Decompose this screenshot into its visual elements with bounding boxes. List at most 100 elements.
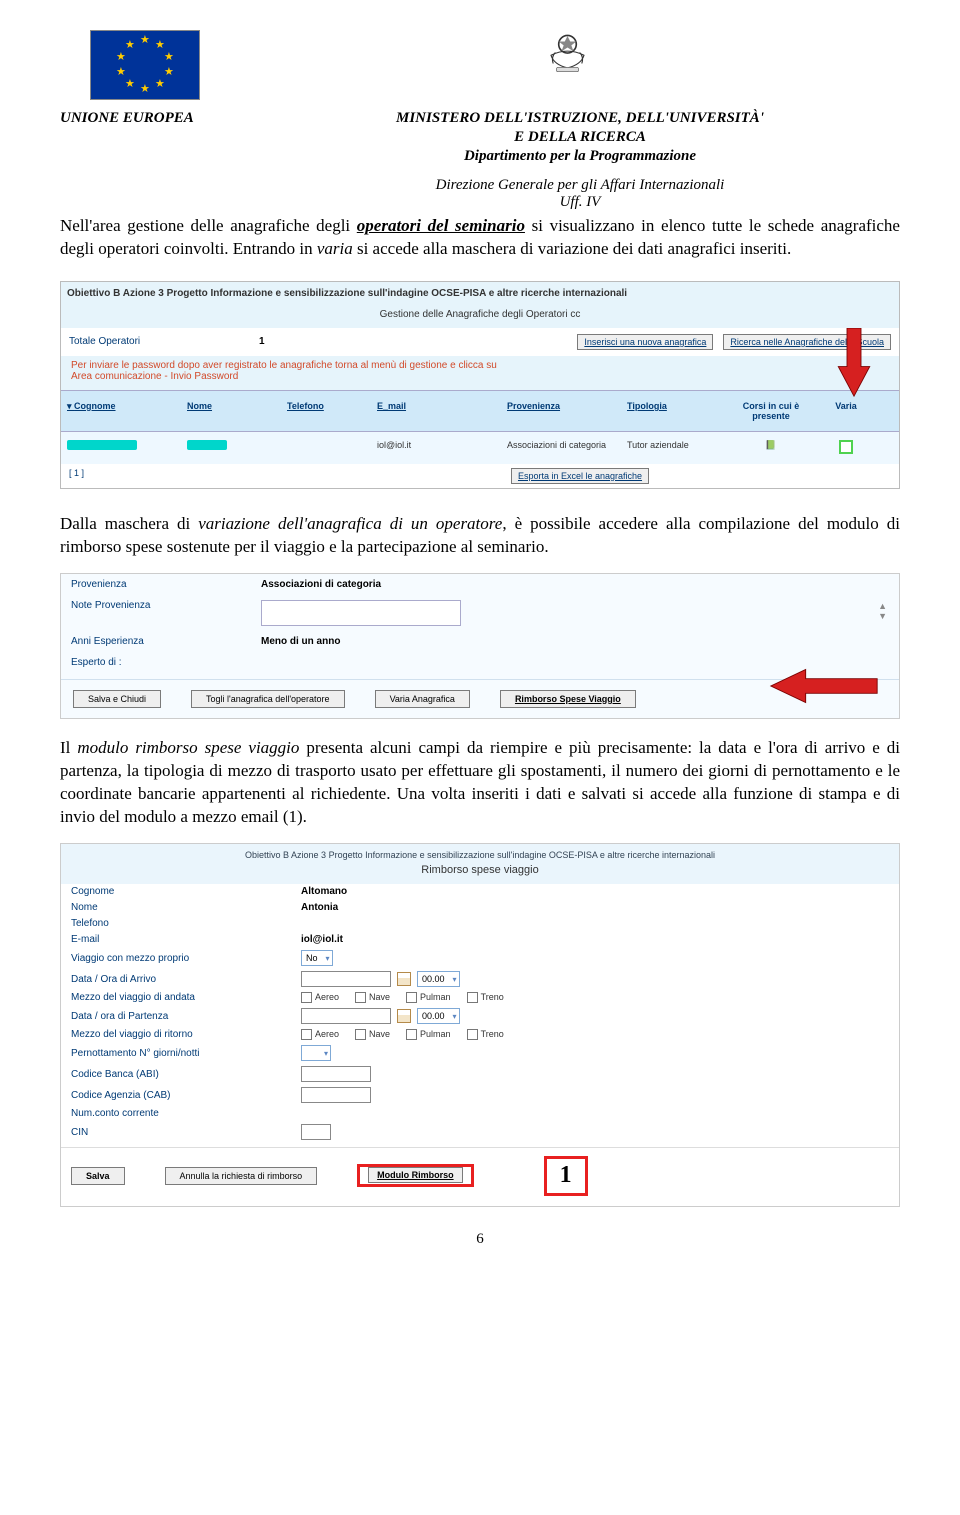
row-provenienza: Associazioni di categoria xyxy=(501,432,621,464)
paragraph-2: Dalla maschera di variazione dell'anagra… xyxy=(60,513,900,559)
page-number: 6 xyxy=(60,1231,900,1248)
cognome-value: Altomano xyxy=(301,886,347,897)
book-icon[interactable]: 📗 xyxy=(765,440,776,450)
provenienza-value: Associazioni di categoria xyxy=(261,579,381,590)
redacted-nome xyxy=(187,440,227,450)
total-operators-label: Totale Operatori xyxy=(69,336,249,347)
calendar-icon[interactable] xyxy=(397,1009,411,1023)
modulo-rimborso-button[interactable]: Modulo Rimborso xyxy=(368,1167,463,1183)
ora-arrivo-select[interactable]: 00.00 xyxy=(417,971,460,987)
col-corsi: Corsi in cui è presente xyxy=(731,391,811,431)
note-prov-textarea[interactable]: ▲▼ xyxy=(261,600,461,626)
italy-emblem-icon xyxy=(540,25,595,85)
pernottamento-label: Pernottamento N° giorni/notti xyxy=(71,1048,301,1059)
note-prov-label: Note Provenienza xyxy=(71,600,261,626)
ss1-note: Per inviare le password dopo aver regist… xyxy=(61,356,899,390)
ss1-title2: Gestione delle Anagrafiche degli Operato… xyxy=(61,305,899,328)
anni-esperienza-label: Anni Esperienza xyxy=(71,636,261,647)
title-dir1: Direzione Generale per gli Affari Intern… xyxy=(260,177,900,194)
screenshot-operator-edit: Provenienza Associazioni di categoria No… xyxy=(60,573,900,719)
new-anagrafica-button[interactable]: Inserisci una nuova anagrafica xyxy=(577,334,713,350)
nave-checkbox-2[interactable] xyxy=(355,1029,366,1040)
col-provenienza[interactable]: Provenienza xyxy=(501,391,621,431)
title-right: MINISTERO DELL'ISTRUZIONE, DELL'UNIVERSI… xyxy=(260,110,900,127)
cin-label: CIN xyxy=(71,1127,301,1138)
arrow-down-callout-icon xyxy=(835,328,873,398)
annulla-rimborso-button[interactable]: Annulla la richiesta di rimborso xyxy=(165,1167,318,1185)
aereo-checkbox[interactable] xyxy=(301,992,312,1003)
eu-flag-icon: ★ ★ ★ ★ ★ ★ ★ ★ ★ ★ xyxy=(90,30,200,100)
rimborso-spese-button[interactable]: Rimborso Spese Viaggio xyxy=(500,690,636,708)
pulman-checkbox-2[interactable] xyxy=(406,1029,417,1040)
ss1-footer: [ 1 ] Esporta in Excel le anagrafiche xyxy=(61,464,899,488)
redacted-cognome xyxy=(67,440,137,450)
arrow-left-callout-icon xyxy=(769,667,879,708)
mezzo-proprio-label: Viaggio con mezzo proprio xyxy=(71,953,301,964)
modulo-rimborso-highlight: Modulo Rimborso xyxy=(357,1164,474,1187)
row-tipologia: Tutor aziendale xyxy=(621,432,731,464)
email-value: iol@iol.it xyxy=(301,934,343,945)
col-email[interactable]: E_mail xyxy=(371,391,501,431)
aereo-checkbox-2[interactable] xyxy=(301,1029,312,1040)
cin-input[interactable] xyxy=(301,1124,331,1140)
table-header: ▾ Cognome Nome Telefono E_mail Provenien… xyxy=(61,390,899,432)
table-row: iol@iol.it Associazioni di categoria Tut… xyxy=(61,432,899,464)
anni-esperienza-value: Meno di un anno xyxy=(261,636,340,647)
screenshot-operators-list: Obiettivo B Azione 3 Progetto Informazio… xyxy=(60,281,900,489)
title-left: UNIONE EUROPEA xyxy=(60,110,260,211)
telefono-label: Telefono xyxy=(71,918,301,929)
nome-label: Nome xyxy=(71,902,301,913)
col-nome[interactable]: Nome xyxy=(181,391,281,431)
cab-label: Codice Agenzia (CAB) xyxy=(71,1090,301,1101)
pulman-checkbox[interactable] xyxy=(406,992,417,1003)
screenshot-rimborso-form: Obiettivo B Azione 3 Progetto Informazio… xyxy=(60,843,900,1207)
ss3-head2: Rimborso spese viaggio xyxy=(61,862,899,884)
varia-edit-button[interactable] xyxy=(839,440,853,454)
paragraph-3: Il modulo rimborso spese viaggio present… xyxy=(60,737,900,829)
data-partenza-input[interactable] xyxy=(301,1008,391,1024)
salva-button[interactable]: Salva xyxy=(71,1167,125,1185)
mezzo-proprio-select[interactable]: No xyxy=(301,950,333,966)
togli-anagrafica-button[interactable]: Togli l'anagrafica dell'operatore xyxy=(191,690,345,708)
data-arrivo-label: Data / Ora di Arrivo xyxy=(71,974,301,985)
email-label: E-mail xyxy=(71,934,301,945)
ss1-title1: Obiettivo B Azione 3 Progetto Informazio… xyxy=(61,282,899,305)
cognome-label: Cognome xyxy=(71,886,301,897)
pernottamento-select[interactable] xyxy=(301,1045,331,1061)
calendar-icon[interactable] xyxy=(397,972,411,986)
mezzo-ritorno-options: Aereo Nave Pulman Treno xyxy=(301,1029,504,1040)
callout-number-1: 1 xyxy=(544,1156,588,1196)
ss3-head1: Obiettivo B Azione 3 Progetto Informazio… xyxy=(61,844,899,862)
esperto-di-label: Esperto di : xyxy=(71,657,261,668)
mezzo-andata-options: Aereo Nave Pulman Treno xyxy=(301,992,504,1003)
provenienza-label: Provenienza xyxy=(71,579,261,590)
cab-input[interactable] xyxy=(301,1087,371,1103)
title-dir2: Uff. IV xyxy=(260,194,900,211)
mezzo-andata-label: Mezzo del viaggio di andata xyxy=(71,992,301,1003)
abi-input[interactable] xyxy=(301,1066,371,1082)
mezzo-ritorno-label: Mezzo del viaggio di ritorno xyxy=(71,1029,301,1040)
conto-label: Num.conto corrente xyxy=(71,1108,301,1119)
row-email: iol@iol.it xyxy=(371,432,501,464)
pagination: [ 1 ] xyxy=(69,468,269,484)
paragraph-1: Nell'area gestione delle anagrafiche deg… xyxy=(60,215,900,261)
salva-chiudi-button[interactable]: Salva e Chiudi xyxy=(73,690,161,708)
nome-value: Antonia xyxy=(301,902,338,913)
doc-header: ★ ★ ★ ★ ★ ★ ★ ★ ★ ★ xyxy=(60,30,900,100)
data-partenza-label: Data / ora di Partenza xyxy=(71,1011,301,1022)
title-sub1: E DELLA RICERCA xyxy=(260,129,900,146)
header-titles: UNIONE EUROPEA MINISTERO DELL'ISTRUZIONE… xyxy=(60,110,900,211)
title-sub2: Dipartimento per la Programmazione xyxy=(260,148,900,165)
treno-checkbox-2[interactable] xyxy=(467,1029,478,1040)
abi-label: Codice Banca (ABI) xyxy=(71,1069,301,1080)
data-arrivo-input[interactable] xyxy=(301,971,391,987)
total-operators-value: 1 xyxy=(259,336,299,347)
varia-anagrafica-button[interactable]: Varia Anagrafica xyxy=(375,690,470,708)
export-excel-button[interactable]: Esporta in Excel le anagrafiche xyxy=(511,468,649,484)
col-cognome[interactable]: ▾ Cognome xyxy=(61,391,181,431)
treno-checkbox[interactable] xyxy=(467,992,478,1003)
col-telefono[interactable]: Telefono xyxy=(281,391,371,431)
nave-checkbox[interactable] xyxy=(355,992,366,1003)
col-tipologia[interactable]: Tipologia xyxy=(621,391,731,431)
ora-partenza-select[interactable]: 00.00 xyxy=(417,1008,460,1024)
